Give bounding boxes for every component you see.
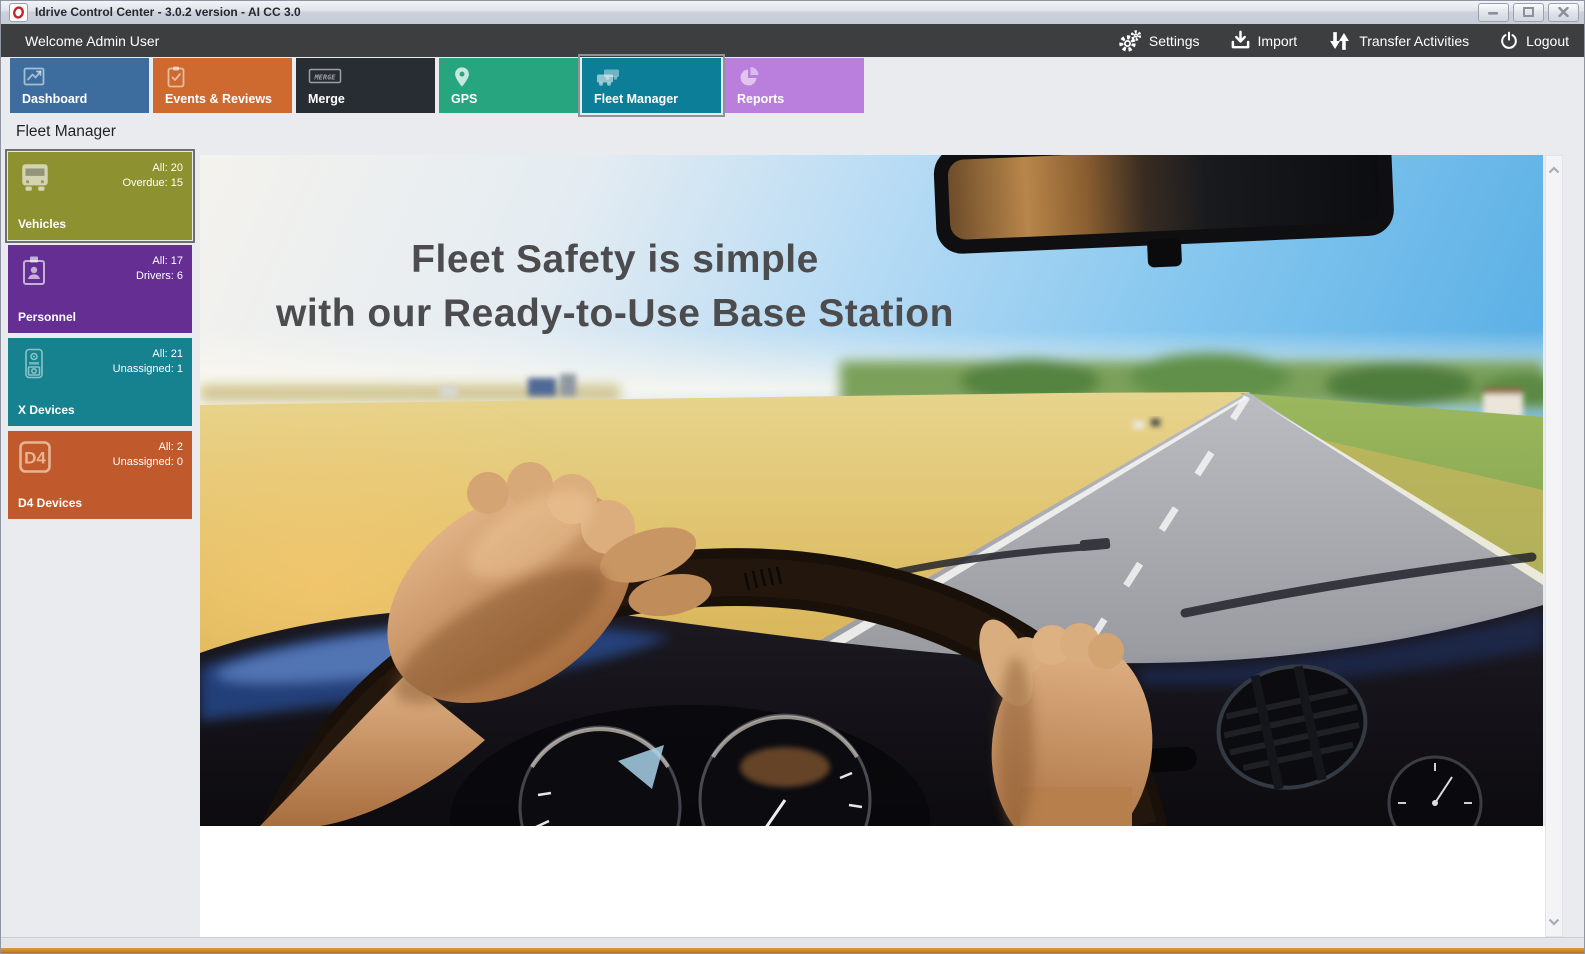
maximize-icon bbox=[1523, 7, 1534, 17]
stat-unassigned: Unassigned: 1 bbox=[113, 362, 183, 377]
tab-label: Dashboard bbox=[22, 92, 87, 106]
module-tab-strip: Dashboard Events & Reviews MERGE Merge G… bbox=[10, 58, 864, 113]
vertical-scrollbar[interactable] bbox=[1545, 155, 1563, 937]
x-device-icon bbox=[17, 346, 51, 387]
transfer-activities-button[interactable]: Transfer Activities bbox=[1327, 30, 1469, 52]
tab-gps[interactable]: GPS bbox=[439, 58, 578, 113]
map-pin-icon bbox=[451, 65, 473, 94]
card-x-devices[interactable]: All: 21 Unassigned: 1 X Devices bbox=[8, 338, 192, 426]
tab-dashboard[interactable]: Dashboard bbox=[10, 58, 149, 113]
tab-label: Reports bbox=[737, 92, 784, 106]
settings-button[interactable]: Settings bbox=[1118, 30, 1200, 52]
page-title: Fleet Manager bbox=[16, 123, 116, 141]
scroll-up-button[interactable] bbox=[1546, 158, 1562, 182]
card-stats: All: 20 Overdue: 15 bbox=[122, 161, 183, 191]
window-bottom-edge bbox=[0, 948, 1585, 954]
logout-button[interactable]: Logout bbox=[1499, 30, 1569, 51]
stat-all: All: 20 bbox=[122, 161, 183, 176]
tab-label: Fleet Manager bbox=[594, 92, 678, 106]
transfer-activities-label: Transfer Activities bbox=[1359, 33, 1469, 49]
stat-drivers: Drivers: 6 bbox=[136, 269, 183, 284]
stat-overdue: Overdue: 15 bbox=[122, 176, 183, 191]
tab-label: Events & Reviews bbox=[165, 92, 272, 106]
close-icon bbox=[1558, 7, 1569, 17]
card-stats: All: 17 Drivers: 6 bbox=[136, 254, 183, 284]
minimize-button[interactable] bbox=[1478, 3, 1509, 22]
maximize-button[interactable] bbox=[1513, 3, 1544, 22]
svg-text:MERGE: MERGE bbox=[313, 74, 336, 82]
tab-fleet-manager[interactable]: Fleet Manager bbox=[582, 58, 721, 113]
gears-icon bbox=[1118, 30, 1142, 52]
card-personnel[interactable]: All: 17 Drivers: 6 Personnel bbox=[8, 245, 192, 333]
tab-merge[interactable]: MERGE Merge bbox=[296, 58, 435, 113]
banner-headline: Fleet Safety is simple with our Ready-to… bbox=[235, 233, 995, 341]
chevron-up-icon bbox=[1548, 166, 1560, 174]
tab-events-reviews[interactable]: Events & Reviews bbox=[153, 58, 292, 113]
stat-unassigned: Unassigned: 0 bbox=[113, 455, 183, 470]
title-bar: Idrive Control Center - 3.0.2 version - … bbox=[0, 0, 1585, 25]
import-button[interactable]: Import bbox=[1230, 30, 1298, 51]
card-stats: All: 21 Unassigned: 1 bbox=[113, 347, 183, 377]
app-icon bbox=[9, 3, 28, 22]
chevron-down-icon bbox=[1548, 918, 1560, 926]
pie-chart-icon bbox=[737, 65, 761, 94]
d4-box-icon: D4 bbox=[17, 439, 53, 480]
banner-headline-line2: with our Ready-to-Use Base Station bbox=[235, 287, 995, 341]
logout-label: Logout bbox=[1526, 33, 1569, 49]
scroll-down-button[interactable] bbox=[1546, 910, 1562, 934]
stat-all: All: 2 bbox=[113, 440, 183, 455]
tab-reports[interactable]: Reports bbox=[725, 58, 864, 113]
bus-icon bbox=[17, 160, 53, 201]
welcome-text: Welcome Admin User bbox=[25, 33, 159, 49]
card-vehicles[interactable]: All: 20 Overdue: 15 Vehicles bbox=[8, 152, 192, 240]
fleet-vehicles-icon bbox=[594, 65, 624, 94]
minimize-icon bbox=[1488, 8, 1499, 17]
card-name: Vehicles bbox=[18, 217, 66, 231]
card-d4-devices[interactable]: D4 All: 2 Unassigned: 0 D4 Devices bbox=[8, 431, 192, 519]
clipboard-check-icon bbox=[165, 65, 187, 94]
line-chart-icon bbox=[22, 65, 46, 94]
stat-all: All: 21 bbox=[113, 347, 183, 362]
id-badge-icon bbox=[17, 253, 51, 294]
close-button[interactable] bbox=[1548, 3, 1579, 22]
power-icon bbox=[1499, 30, 1519, 51]
transfer-arrows-icon bbox=[1327, 30, 1352, 52]
settings-label: Settings bbox=[1149, 33, 1200, 49]
import-icon bbox=[1230, 30, 1251, 51]
tab-label: Merge bbox=[308, 92, 345, 106]
window-title: Idrive Control Center - 3.0.2 version - … bbox=[35, 5, 301, 19]
content-scroll-area bbox=[200, 826, 1545, 937]
merge-badge-icon: MERGE bbox=[308, 65, 342, 92]
banner-headline-line1: Fleet Safety is simple bbox=[235, 233, 995, 287]
card-stats: All: 2 Unassigned: 0 bbox=[113, 440, 183, 470]
red-o-logo-icon bbox=[12, 6, 25, 19]
svg-text:D4: D4 bbox=[24, 449, 46, 468]
tab-label: GPS bbox=[451, 92, 477, 106]
import-label: Import bbox=[1258, 33, 1298, 49]
stat-all: All: 17 bbox=[136, 254, 183, 269]
promo-banner-image: Fleet Safety is simple with our Ready-to… bbox=[200, 155, 1543, 826]
status-bar bbox=[0, 937, 1585, 948]
top-toolbar: Welcome Admin User Settings Import Trans… bbox=[0, 24, 1585, 57]
card-name: Personnel bbox=[18, 310, 76, 324]
card-name: X Devices bbox=[18, 403, 75, 417]
fleet-sidebar: All: 20 Overdue: 15 Vehicles All: 17 Dri… bbox=[8, 152, 192, 519]
card-name: D4 Devices bbox=[18, 496, 82, 510]
